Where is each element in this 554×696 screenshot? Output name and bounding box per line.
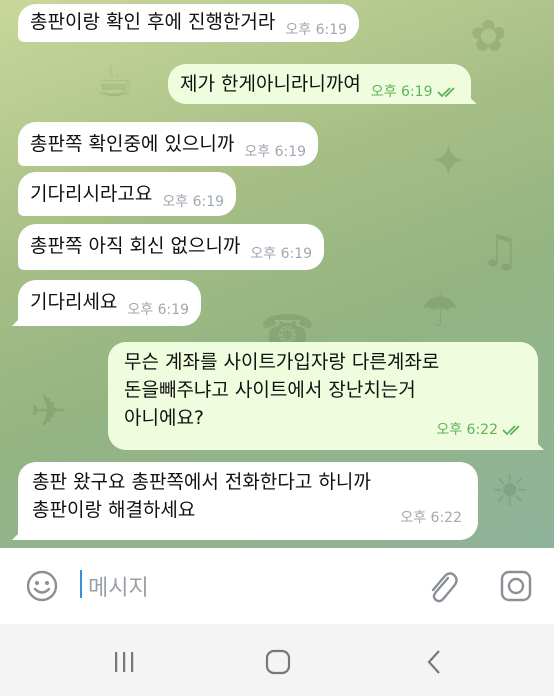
recents-icon[interactable] [104, 644, 144, 680]
message-bubble-incoming[interactable]: 총판쪽 확인중에 있으니까오후 6:19 [18, 122, 319, 166]
message-bubble-incoming[interactable]: 기다리시라고요오후 6:19 [18, 172, 237, 216]
message-input[interactable]: 메시지 [88, 570, 149, 602]
message-time: 오후 6:22 [436, 416, 524, 444]
message-text: 제가 한게아니라니까여 [180, 73, 361, 95]
doodle-icon: ☀ [490, 466, 530, 517]
message-time: 오후 6:19 [371, 78, 459, 106]
message-time: 오후 6:19 [250, 246, 313, 262]
text-caret [80, 570, 82, 598]
message-bubble-outgoing[interactable]: 무슨 계좌를 사이트가입자랑 다른계좌로 돈을빼주냐고 사이트에서 장난치는거 … [108, 342, 538, 450]
message-time: 오후 6:22 [400, 510, 462, 526]
paperclip-icon[interactable] [422, 566, 462, 606]
double-check-icon [502, 416, 524, 444]
message-bubble-outgoing[interactable]: 제가 한게아니라니까여 오후 6:19 [168, 64, 471, 104]
message-text-line: 무슨 계좌를 사이트가입자랑 다른계좌로 [124, 351, 440, 373]
emoji-icon[interactable] [22, 566, 62, 606]
message-text: 기다리세요 [30, 291, 118, 313]
message-bubble-incoming[interactable]: 총판이랑 확인 후에 진행한거라오후 6:19 [18, 4, 360, 42]
system-nav-bar [0, 624, 554, 696]
doodle-icon: ✦ [430, 136, 467, 187]
message-text: 기다리시라고요 [30, 183, 153, 205]
message-bubble-incoming[interactable]: 총판 왔구요 총판쪽에서 전화한다고 하니까 총판이랑 해결하세요 오후 6:2… [18, 462, 478, 540]
doodle-icon: ✿ [470, 11, 507, 62]
message-bubble-incoming[interactable]: 기다리세요오후 6:19 [18, 280, 202, 326]
camera-icon[interactable] [496, 566, 536, 606]
message-time: 오후 6:19 [127, 302, 190, 318]
back-icon[interactable] [414, 644, 454, 680]
chat-area: ✿ ☕ ✦ ♫ ☂ ✈ ☎ ☀ 총판이랑 확인 후에 진행한거라 오후 6:19 … [0, 0, 554, 548]
home-icon[interactable] [258, 644, 298, 680]
message-text-line: 총판 왔구요 총판쪽에서 전화한다고 하니까 [32, 471, 371, 493]
doodle-icon: ✈ [30, 386, 67, 437]
doodle-icon: ☂ [420, 286, 460, 337]
message-text: 총판쪽 아직 회신 없으니까 [30, 235, 241, 257]
double-check-icon [436, 78, 459, 106]
message-time: 오후 6:19 [244, 144, 307, 160]
message-text-line: 돈을빼주냐고 사이트에서 장난치는거 [124, 379, 416, 401]
message-bubble-incoming[interactable]: 총판쪽 아직 회신 없으니까오후 6:19 [18, 224, 325, 270]
doodle-icon: ☕ [95, 56, 135, 107]
message-text-line: 총판이랑 해결하세요 [32, 499, 196, 521]
message-text: 총판이랑 확인 후에 진행한거라 [30, 11, 276, 33]
message-time: 오후 6:19 [162, 194, 225, 210]
message-text: 총판쪽 확인중에 있으니까 [30, 133, 235, 155]
message-time: 오후 6:19 [285, 22, 348, 38]
message-input-bar: 메시지 [0, 548, 554, 624]
doodle-icon: ♫ [480, 226, 520, 277]
